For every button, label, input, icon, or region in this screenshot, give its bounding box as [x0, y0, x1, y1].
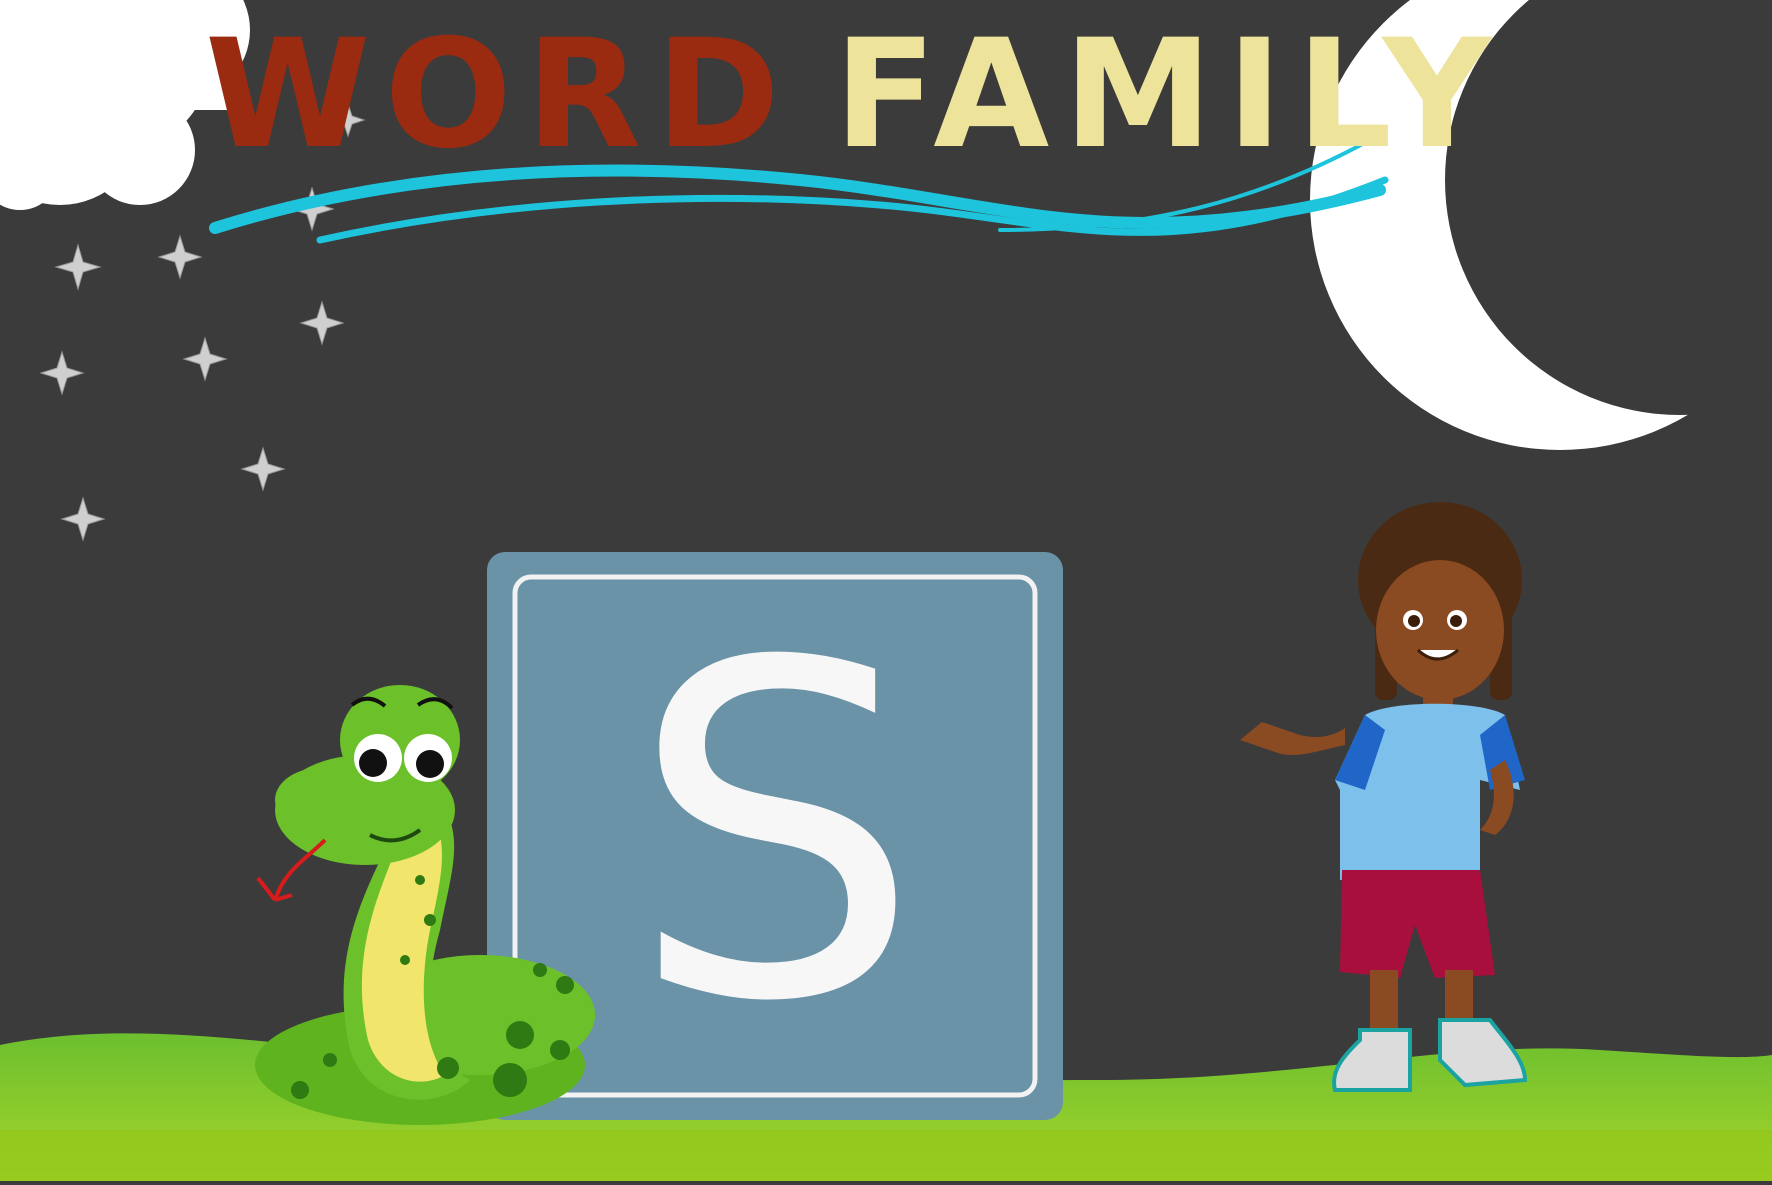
title-word-family: FAMILY — [833, 8, 1506, 182]
title-word-word: WORD — [205, 8, 794, 182]
page-title: WORD FAMILY — [205, 20, 1505, 170]
block-letter: S — [629, 567, 921, 1102]
child-illustration — [1240, 502, 1528, 1092]
